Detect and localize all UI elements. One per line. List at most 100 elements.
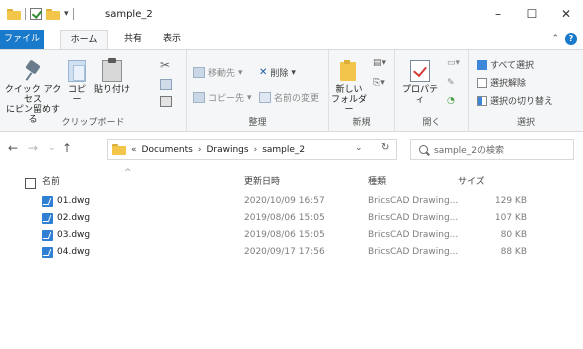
collapse-ribbon-icon[interactable]: ⌃: [551, 34, 559, 44]
select-all-button[interactable]: すべて選択: [477, 58, 534, 71]
file-size: 107 KB: [494, 213, 527, 223]
new-group-label: 新規: [352, 118, 371, 128]
bricscad-file-icon: [42, 230, 53, 241]
maximize-button[interactable]: ☐: [522, 6, 542, 22]
column-header-size[interactable]: サイズ: [458, 174, 485, 187]
quick-access-toolbar: ▾: [7, 8, 74, 20]
breadcrumb-separator[interactable]: ›: [198, 145, 202, 155]
file-row[interactable]: 01.dwg 2020/10/09 16:57 BricsCAD Drawing…: [0, 194, 583, 211]
column-header-date[interactable]: 更新日時: [244, 174, 280, 187]
help-icon[interactable]: ?: [565, 33, 577, 45]
tab-view[interactable]: 表示: [155, 30, 189, 49]
invert-selection-button[interactable]: 選択の切り替え: [477, 94, 553, 107]
file-name: 02.dwg: [57, 213, 91, 223]
new-group: 新しい フォルダー ▤▾ ⎘▾ 新規: [329, 50, 395, 132]
tab-home[interactable]: ホーム: [60, 30, 108, 49]
properties-button[interactable]: プロパティ: [401, 60, 439, 105]
organize-group: 移動先 ▾ ✕ 削除 ▾ コピー先 ▾ 名前の変更 整理: [187, 50, 329, 132]
file-size: 129 KB: [494, 196, 527, 206]
forward-button[interactable]: →: [28, 141, 38, 155]
file-date: 2020/10/09 16:57: [244, 196, 325, 206]
file-name: 04.dwg: [57, 247, 91, 257]
address-overflow[interactable]: «: [131, 145, 137, 155]
select-group-label: 選択: [516, 118, 535, 128]
customize-toolbar-arrow-icon[interactable]: ▾: [64, 9, 69, 19]
copy-icon: [68, 60, 86, 82]
search-icon: [419, 145, 428, 154]
select-group: すべて選択 選択解除 選択の切り替え 選択: [469, 50, 583, 132]
rename-button[interactable]: 名前の変更: [259, 91, 319, 104]
new-folder-label-line2: フォルダー: [331, 95, 368, 115]
recent-locations-button[interactable]: ⌄: [48, 143, 56, 153]
select-all-icon: [477, 59, 487, 70]
open-group: プロパティ ▭▾ ✎ ◔ 開く: [395, 50, 469, 132]
address-dropdown-button[interactable]: ⌄: [355, 143, 363, 153]
address-bar[interactable]: « Documents › Drawings › sample_2: [107, 139, 397, 160]
select-none-icon: [477, 77, 487, 88]
open-icon[interactable]: ▭▾: [447, 58, 460, 68]
file-date: 2019/08/06 15:05: [244, 230, 325, 240]
paste-shortcut-icon[interactable]: [160, 96, 172, 107]
cut-icon[interactable]: ✂: [160, 58, 170, 72]
file-type: BricsCAD Drawing...: [368, 196, 459, 206]
new-folder-button[interactable]: 新しい フォルダー: [331, 60, 367, 115]
paste-button[interactable]: 貼り付け: [93, 58, 131, 95]
file-type: BricsCAD Drawing...: [368, 247, 459, 257]
copy-to-button[interactable]: コピー先 ▾: [193, 91, 252, 104]
refresh-button[interactable]: ↻: [381, 142, 389, 153]
rename-icon: [259, 92, 271, 103]
select-none-button[interactable]: 選択解除: [477, 76, 526, 89]
file-type: BricsCAD Drawing...: [368, 213, 459, 223]
breadcrumb-documents[interactable]: Documents: [142, 145, 193, 155]
select-all-label: すべて選択: [490, 61, 535, 71]
history-icon[interactable]: ◔: [447, 96, 455, 106]
search-input[interactable]: sample_2の検索: [410, 139, 574, 160]
up-button[interactable]: ↑: [62, 141, 72, 155]
invert-selection-label: 選択の切り替え: [490, 97, 554, 107]
file-row[interactable]: 03.dwg 2019/08/06 15:05 BricsCAD Drawing…: [0, 228, 583, 245]
ribbon-tab-bar: ファイル ホーム 共有 表示 ⌃ ?: [0, 30, 583, 49]
title-bar: ▾ sample_2 – ☐ ✕: [0, 0, 583, 30]
paste-label: 貼り付け: [93, 85, 130, 95]
copy-path-icon[interactable]: [160, 79, 172, 90]
properties-checkbox-icon[interactable]: [30, 8, 42, 20]
edit-icon[interactable]: ✎: [447, 78, 455, 88]
tab-share[interactable]: 共有: [116, 30, 150, 49]
move-to-icon: [193, 67, 205, 78]
new-folder-icon[interactable]: [46, 8, 60, 20]
file-type: BricsCAD Drawing...: [368, 230, 459, 240]
delete-label: 削除: [270, 69, 289, 79]
file-size: 88 KB: [500, 247, 527, 257]
delete-icon: ✕: [259, 67, 268, 78]
window-title: sample_2: [105, 9, 153, 20]
file-size: 80 KB: [500, 230, 527, 240]
close-button[interactable]: ✕: [556, 6, 576, 22]
file-row[interactable]: 02.dwg 2019/08/06 15:05 BricsCAD Drawing…: [0, 211, 583, 228]
new-folder-label-line1: 新しい: [335, 85, 363, 95]
clipboard-group: クイック アクセス にピン留めする コピー 貼り付け ✂ クリップボード: [0, 50, 187, 132]
rename-label: 名前の変更: [274, 94, 320, 104]
organize-group-label: 整理: [248, 118, 267, 128]
easy-access-icon[interactable]: ⎘▾: [373, 78, 385, 88]
column-header-type[interactable]: 種類: [368, 174, 386, 187]
minimize-button[interactable]: –: [488, 6, 508, 22]
breadcrumb-separator[interactable]: ›: [254, 145, 258, 155]
breadcrumb-drawings[interactable]: Drawings: [206, 145, 248, 155]
breadcrumb-sample-2[interactable]: sample_2: [262, 145, 305, 155]
divider: [72, 8, 74, 20]
new-folder-icon: [338, 60, 360, 82]
file-date: 2020/09/17 17:56: [244, 247, 325, 257]
copy-button[interactable]: コピー: [64, 60, 90, 105]
pin-icon: [23, 60, 43, 82]
back-button[interactable]: ←: [8, 141, 18, 155]
properties-icon: [410, 60, 430, 82]
select-all-checkbox[interactable]: [25, 178, 36, 189]
delete-button[interactable]: ✕ 削除 ▾: [259, 66, 296, 79]
select-none-label: 選択解除: [490, 79, 527, 89]
copy-label: コピー: [67, 85, 86, 105]
tab-file[interactable]: ファイル: [0, 30, 44, 49]
column-header-name[interactable]: 名前: [42, 174, 60, 187]
new-item-icon[interactable]: ▤▾: [373, 58, 386, 68]
move-to-button[interactable]: 移動先 ▾: [193, 66, 243, 79]
file-row[interactable]: 04.dwg 2020/09/17 17:56 BricsCAD Drawing…: [0, 245, 583, 262]
